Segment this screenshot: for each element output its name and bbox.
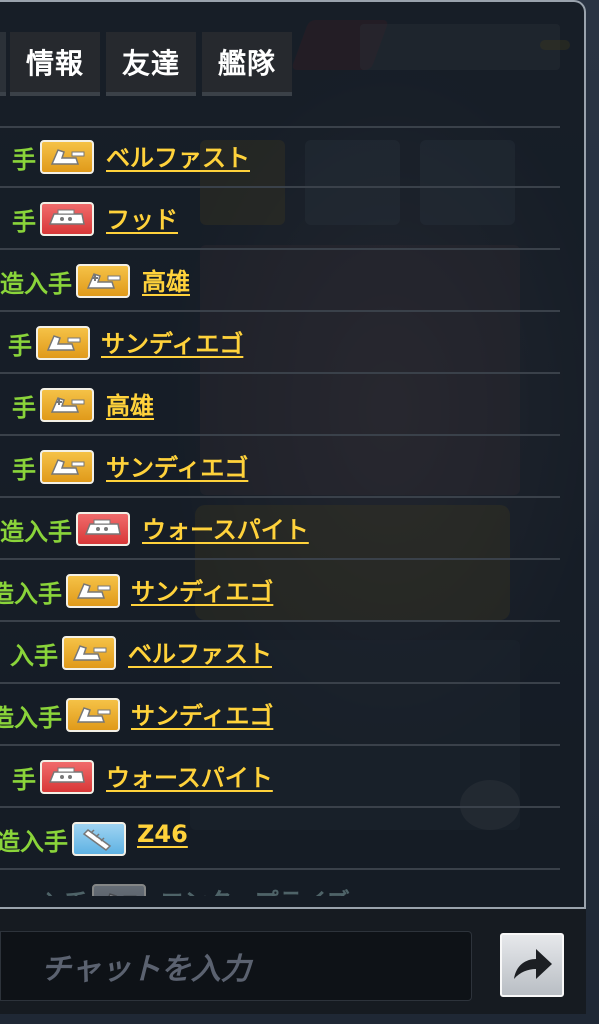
ship-class-badge bbox=[40, 202, 94, 236]
message-row: 手 フッド bbox=[0, 190, 560, 250]
tab-edge bbox=[0, 32, 6, 96]
chat-tabs: 情報 友達 艦隊 bbox=[0, 32, 560, 96]
message-row: 入手 ベルファスト bbox=[0, 624, 560, 684]
message-row: 手 サンディエゴ bbox=[0, 314, 560, 374]
acquired-label: 手 bbox=[12, 766, 36, 794]
acquired-label: 手 bbox=[12, 394, 36, 422]
ship-class-badge bbox=[40, 388, 94, 422]
ship-class-badge bbox=[72, 822, 126, 856]
ship-name-link[interactable]: サンディエゴ bbox=[106, 448, 248, 483]
ship-name-link[interactable]: サンディエゴ bbox=[131, 696, 273, 731]
message-row: 造入手 高雄 bbox=[0, 252, 560, 312]
acquired-label: 造入手 bbox=[0, 518, 72, 546]
tab-fleet[interactable]: 艦隊 bbox=[202, 32, 292, 96]
message-row: 手 高雄 bbox=[0, 376, 560, 436]
ship-class-badge bbox=[76, 264, 130, 298]
message-row: 造入手 サンディエゴ bbox=[0, 686, 560, 746]
tab-friends[interactable]: 友達 bbox=[106, 32, 196, 96]
ship-name-link[interactable]: フッド bbox=[106, 200, 178, 235]
ship-class-badge bbox=[40, 140, 94, 174]
ship-class-badge bbox=[66, 574, 120, 608]
tab-info[interactable]: 情報 bbox=[10, 32, 100, 96]
ship-class-badge bbox=[36, 326, 90, 360]
ship-name-link[interactable]: 高雄 bbox=[142, 262, 190, 297]
chat-bar: チャットを入力 bbox=[0, 907, 586, 1014]
acquired-label: 造入手 bbox=[0, 704, 62, 732]
ship-name-link[interactable]: ウォースパイト bbox=[142, 510, 309, 545]
ship-name-link[interactable]: サンディエゴ bbox=[131, 572, 273, 607]
message-row: 造入手 Z46 bbox=[0, 810, 560, 870]
ship-name-link[interactable]: ベルファスト bbox=[106, 138, 250, 173]
acquired-label: 手 bbox=[12, 208, 36, 236]
chat-input[interactable]: チャットを入力 bbox=[0, 931, 472, 1001]
send-button[interactable] bbox=[500, 933, 564, 997]
message-feed[interactable]: 手ベルファスト手フッド 造入手 高雄手サンディエゴ手高雄手サンディエゴ 造入手 ウォース… bbox=[0, 128, 560, 896]
acquired-label: 手 bbox=[12, 456, 36, 484]
acquired-label: 手 bbox=[8, 332, 32, 360]
acquired-label: 造入手 bbox=[0, 828, 68, 856]
ship-name-link[interactable]: 高雄 bbox=[106, 386, 154, 421]
ship-name-link[interactable]: サンディエゴ bbox=[101, 324, 243, 359]
ship-name-link[interactable]: エンタープライズ bbox=[160, 882, 350, 896]
ship-class-badge bbox=[62, 636, 116, 670]
acquired-label: 手 bbox=[12, 146, 36, 174]
ship-class-badge bbox=[92, 884, 146, 896]
ship-class-badge bbox=[66, 698, 120, 732]
message-row: 手 ウォースパイト bbox=[0, 748, 560, 808]
message-row: 造入手 ウォースパイト bbox=[0, 500, 560, 560]
message-row: 造入手 サンディエゴ bbox=[0, 562, 560, 622]
message-row: 手 ベルファスト bbox=[0, 128, 560, 188]
ship-name-link[interactable]: ベルファスト bbox=[128, 634, 272, 669]
acquired-label: 入手 bbox=[10, 642, 58, 670]
ship-name-link[interactable]: Z46 bbox=[137, 820, 188, 848]
message-row: 手 サンディエゴ bbox=[0, 438, 560, 498]
acquired-label: 造入手 bbox=[0, 580, 62, 608]
message-row: 入手 エンタープライズ bbox=[0, 872, 560, 896]
acquired-label: 造入手 bbox=[0, 270, 72, 298]
ship-class-badge bbox=[40, 760, 94, 794]
ship-class-badge bbox=[40, 450, 94, 484]
arrow-right-icon bbox=[514, 949, 552, 979]
acquired-label: 入手 bbox=[40, 884, 88, 896]
ship-class-badge bbox=[76, 512, 130, 546]
ship-name-link[interactable]: ウォースパイト bbox=[106, 758, 273, 793]
chat-panel: 情報 友達 艦隊 手ベルファスト手フッド 造入手 高雄手サンディエゴ手高雄手サンディ… bbox=[0, 0, 586, 1014]
